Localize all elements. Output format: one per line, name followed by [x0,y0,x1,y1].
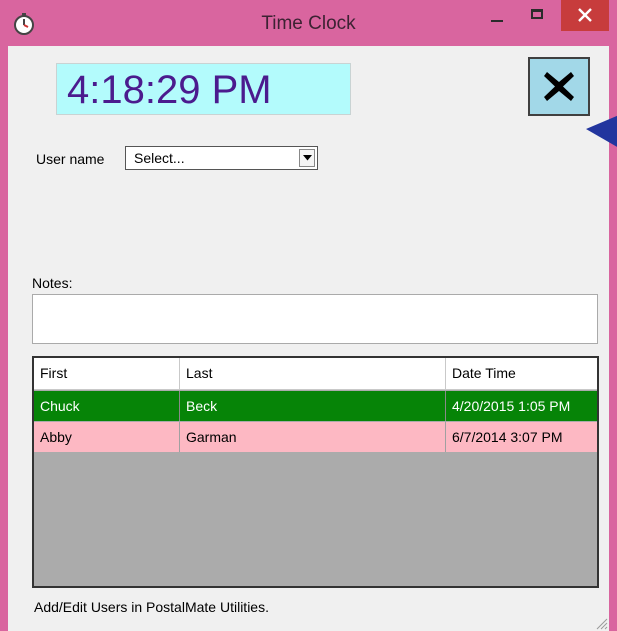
close-icon [578,8,592,22]
cell-date-time: 4/20/2015 1:05 PM [452,398,571,414]
minimize-icon [491,20,503,22]
chevron-down-icon [303,155,312,161]
client-area: 4:18:29 PM User name Select... Notes: Fi… [8,46,617,631]
column-header-date-time[interactable]: Date Time [446,358,597,389]
minimize-button[interactable] [476,2,516,30]
pointer-arrow-icon [586,115,617,147]
cell-first: Abby [34,422,180,452]
user-name-select[interactable]: Select... [125,146,318,170]
users-grid[interactable]: First Last Date Time Chuck Beck 4/20/201… [32,356,599,588]
window-close-button[interactable] [561,0,609,31]
notes-label: Notes: [32,275,73,291]
user-name-label: User name [36,151,105,167]
title-bar[interactable]: Time Clock [0,0,617,46]
notes-input[interactable] [32,294,598,344]
table-row[interactable]: Abby Garman 6/7/2014 3:07 PM [34,422,597,452]
maximize-icon [531,9,543,19]
maximize-button[interactable] [518,2,558,30]
cell-last: Garman [180,422,446,452]
column-header-last[interactable]: Last [180,358,446,389]
footer-hint: Add/Edit Users in PostalMate Utilities. [34,599,269,615]
table-row[interactable]: Chuck Beck 4/20/2015 1:05 PM [34,391,597,421]
clock-display: 4:18:29 PM [56,63,351,115]
grid-header: First Last Date Time [34,358,597,390]
column-header-first[interactable]: First [34,358,180,389]
cell-date-time: 6/7/2014 3:07 PM [452,429,563,445]
dropdown-button[interactable] [299,149,315,167]
resize-grip-icon[interactable] [594,616,608,630]
time-clock-window: Time Clock 4:18:29 PM User name Select..… [0,0,617,631]
user-name-value: Select... [134,150,185,166]
exit-button[interactable] [528,57,590,116]
cell-first: Chuck [34,391,180,421]
cell-last: Beck [180,391,446,421]
close-x-icon [544,72,574,101]
